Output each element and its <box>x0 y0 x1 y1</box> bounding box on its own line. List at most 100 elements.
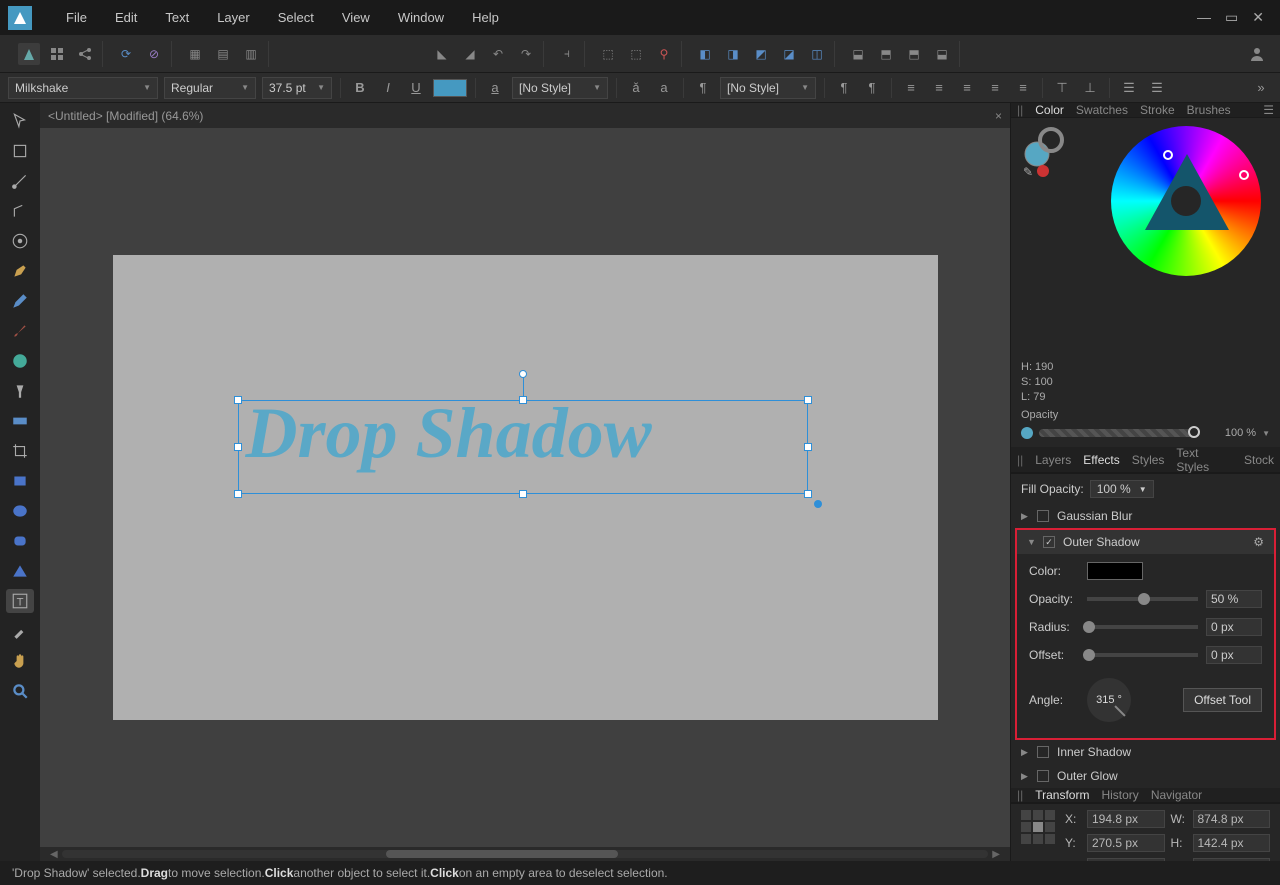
menu-text[interactable]: Text <box>151 10 203 25</box>
send-back-icon[interactable]: ⬓ <box>847 43 869 65</box>
fx-opacity-value[interactable]: 50 % <box>1206 590 1262 608</box>
font-weight-dropdown[interactable]: Regular▼ <box>164 77 256 99</box>
fill-stroke-swap-icon[interactable] <box>1023 126 1071 168</box>
flip-vertical-icon[interactable]: ◢ <box>459 43 481 65</box>
window-minimize[interactable]: — <box>1197 9 1211 26</box>
pilcrow1-icon[interactable]: ¶ <box>833 77 855 99</box>
align-left-icon[interactable]: ⫞ <box>556 43 578 65</box>
toolbar-cancel-icon[interactable]: ⊘ <box>143 43 165 65</box>
glass-tool-icon[interactable] <box>6 379 34 403</box>
char-a-button[interactable]: a <box>484 77 506 99</box>
list-bullet-icon[interactable]: ☰ <box>1118 77 1140 99</box>
send-backward-icon[interactable]: ⬒ <box>875 43 897 65</box>
artboard[interactable]: Drop Shadow <box>113 255 938 720</box>
boolean-add-icon[interactable]: ◧ <box>694 43 716 65</box>
char-style-dropdown[interactable]: [No Style]▼ <box>512 77 608 99</box>
font-size-dropdown[interactable]: 37.5 pt▼ <box>262 77 332 99</box>
arrange2-icon[interactable]: ⬚ <box>625 43 647 65</box>
fx-offset-slider[interactable] <box>1087 653 1198 657</box>
text-tool-icon[interactable]: T <box>6 589 34 613</box>
pencil-tool-icon[interactable] <box>6 289 34 313</box>
handle-bm[interactable] <box>519 490 527 498</box>
pilcrow2-icon[interactable]: ¶ <box>861 77 883 99</box>
zoom-tool-icon[interactable] <box>6 679 34 703</box>
tab-brushes[interactable]: Brushes <box>1187 103 1231 117</box>
list-number-icon[interactable]: ☰ <box>1146 77 1168 99</box>
handle-ml[interactable] <box>234 443 242 451</box>
hue-ring-dot[interactable] <box>1239 170 1249 180</box>
fill-opacity-dropdown[interactable]: 100 %▼ <box>1090 480 1154 498</box>
tab-navigator[interactable]: Navigator <box>1151 788 1202 802</box>
toolbar-share-icon[interactable] <box>74 43 96 65</box>
corner-tool-icon[interactable] <box>6 199 34 223</box>
valign-bottom-icon[interactable]: ⊥ <box>1079 77 1101 99</box>
font-family-dropdown[interactable]: Milkshake▼ <box>8 77 158 99</box>
bring-front-icon[interactable]: ⬓ <box>931 43 953 65</box>
document-tab-close-icon[interactable]: × <box>995 109 1002 123</box>
transform-w-input[interactable]: 874.8 px <box>1193 810 1271 828</box>
node-tool-icon[interactable] <box>6 169 34 193</box>
handle-tr[interactable] <box>804 396 812 404</box>
para-style-dropdown[interactable]: [No Style]▼ <box>720 77 816 99</box>
menu-help[interactable]: Help <box>458 10 513 25</box>
outer-shadow-checkbox[interactable]: ✓ <box>1043 536 1055 548</box>
bold-button[interactable]: B <box>349 77 371 99</box>
menu-file[interactable]: File <box>52 10 101 25</box>
valign-top-icon[interactable]: ⊤ <box>1051 77 1073 99</box>
anchor-point[interactable] <box>814 500 822 508</box>
rotation-handle[interactable] <box>519 370 527 378</box>
toolbar-align2-icon[interactable]: ▤ <box>212 43 234 65</box>
rounded-rect-tool-icon[interactable] <box>6 529 34 553</box>
target-tool-icon[interactable] <box>6 229 34 253</box>
toolbar-sync-icon[interactable]: ⟳ <box>115 43 137 65</box>
eyedropper-small-icon[interactable]: ✎ <box>1023 165 1033 179</box>
fx-color-swatch[interactable] <box>1087 562 1143 580</box>
fx-outer-shadow-header[interactable]: ▼✓ Outer Shadow ⚙ <box>1017 530 1274 554</box>
toolbar-align1-icon[interactable]: ▦ <box>184 43 206 65</box>
triangle-picker-dot[interactable] <box>1163 150 1173 160</box>
tab-text-styles[interactable]: Text Styles <box>1176 446 1232 474</box>
rotate-left-icon[interactable]: ↶ <box>487 43 509 65</box>
panel-menu-icon[interactable]: ☰ <box>1263 103 1274 117</box>
ellipse-tool-icon[interactable] <box>6 499 34 523</box>
paragraph-icon[interactable]: ¶ <box>692 77 714 99</box>
boolean-sub-icon[interactable]: ◨ <box>722 43 744 65</box>
snap-icon[interactable]: ⚲ <box>653 43 675 65</box>
underline-button[interactable]: U <box>405 77 427 99</box>
window-close[interactable]: ✕ <box>1252 9 1264 26</box>
rectangle-tool-icon[interactable] <box>6 469 34 493</box>
fill-tool-icon[interactable] <box>6 349 34 373</box>
account-icon[interactable] <box>1246 43 1268 65</box>
eyedropper-tool-icon[interactable] <box>6 619 34 643</box>
tab-history[interactable]: History <box>1101 788 1138 802</box>
tab-swatches[interactable]: Swatches <box>1076 103 1128 117</box>
fx-outer-glow[interactable]: ▶ Outer Glow <box>1011 764 1280 788</box>
window-maximize[interactable]: ▭ <box>1225 9 1238 26</box>
document-tab-title[interactable]: <Untitled> [Modified] (64.6%) <box>48 109 203 123</box>
tab-styles[interactable]: Styles <box>1132 453 1165 467</box>
flip-horizontal-icon[interactable]: ◣ <box>431 43 453 65</box>
viewport[interactable]: Drop Shadow <box>40 128 1010 847</box>
handle-br[interactable] <box>804 490 812 498</box>
align-left-text-icon[interactable]: ≡ <box>900 77 922 99</box>
fx-radius-slider[interactable] <box>1087 625 1198 629</box>
handle-tl[interactable] <box>234 396 242 404</box>
opacity-value[interactable]: 100 % <box>1206 427 1256 439</box>
scrollbar-thumb[interactable] <box>386 850 618 858</box>
color-wheel[interactable] <box>1111 126 1261 276</box>
menu-edit[interactable]: Edit <box>101 10 151 25</box>
fx-opacity-slider[interactable] <box>1087 597 1198 601</box>
boolean-int-icon[interactable]: ◩ <box>750 43 772 65</box>
toolbar-align3-icon[interactable]: ▥ <box>240 43 262 65</box>
fx-gaussian-blur[interactable]: ▶ Gaussian Blur <box>1011 504 1280 528</box>
brush-tool-icon[interactable] <box>6 319 34 343</box>
horizontal-scrollbar[interactable]: ◀ ▶ <box>40 847 1010 861</box>
tab-stock[interactable]: Stock <box>1244 453 1274 467</box>
pen-tool-icon[interactable] <box>6 259 34 283</box>
tab-color[interactable]: Color <box>1035 103 1064 117</box>
typography2-icon[interactable]: a <box>653 77 675 99</box>
opacity-slider[interactable] <box>1039 429 1200 437</box>
rotate-right-icon[interactable]: ↷ <box>515 43 537 65</box>
gear-icon[interactable]: ⚙ <box>1253 535 1264 549</box>
menu-window[interactable]: Window <box>384 10 458 25</box>
